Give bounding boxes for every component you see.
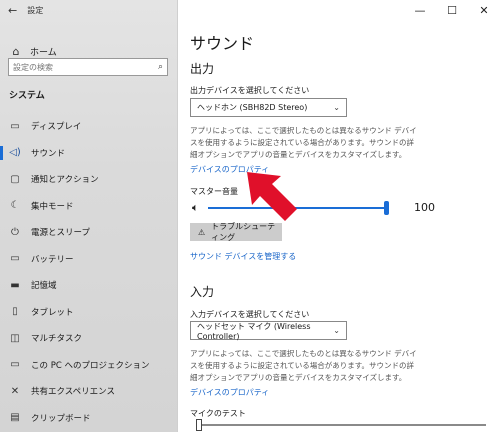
- sidebar: ← 設定 ⌂ ホーム ⌕ システム ▭ ディスプレイ ◁) サウンド ▢ 通知と…: [0, 0, 178, 432]
- warning-icon: ⚠: [198, 227, 206, 237]
- chevron-down-icon: ⌄: [333, 103, 340, 112]
- app-title: 設定: [27, 5, 44, 15]
- volume-value: 100: [414, 201, 435, 214]
- sidebar-item-power[interactable]: ⏻ 電源とスリープ: [0, 219, 178, 246]
- sidebar-nav: ▭ ディスプレイ ◁) サウンド ▢ 通知とアクション ☾ 集中モード ⏻ 電源…: [0, 113, 178, 431]
- sidebar-item-focus[interactable]: ☾ 集中モード: [0, 193, 178, 220]
- tablet-icon: ▯: [12, 306, 18, 318]
- battery-icon: ▭: [10, 253, 20, 265]
- mic-level-indicator: [196, 419, 202, 431]
- output-description: アプリによっては、ここで選択したものとは異なるサウンド デバイスを使用するように…: [190, 126, 417, 159]
- speaker-icon[interactable]: 🔈︎: [192, 201, 199, 215]
- input-heading: 入力: [190, 285, 215, 299]
- master-volume-label: マスター音量: [190, 187, 238, 196]
- sidebar-item-shared[interactable]: ✕ 共有エクスペリエンス: [0, 378, 178, 405]
- sidebar-item-label: 集中モード: [31, 201, 74, 212]
- input-select-label: 入力デバイスを選択してください: [190, 310, 310, 319]
- annotation-arrow-icon: [247, 172, 297, 221]
- master-volume-slider[interactable]: 🔈︎ 100: [190, 200, 490, 216]
- section-heading: システム: [9, 91, 45, 101]
- sidebar-item-multitask[interactable]: ◫ マルチタスク: [0, 325, 178, 352]
- display-icon: ▭: [10, 120, 20, 132]
- multitask-icon: ◫: [10, 332, 20, 344]
- sidebar-item-storage[interactable]: ▬ 記憶域: [0, 272, 178, 299]
- sidebar-item-label: マルチタスク: [31, 334, 83, 345]
- sidebar-item-projection[interactable]: ▭ この PC へのプロジェクション: [0, 352, 178, 379]
- back-arrow-icon[interactable]: ←: [8, 4, 17, 17]
- volume-thumb[interactable]: [384, 201, 389, 215]
- sidebar-item-label: この PC へのプロジェクション: [31, 360, 150, 371]
- clipboard-icon: ▤: [10, 412, 20, 424]
- sidebar-item-label: バッテリー: [31, 254, 74, 265]
- maximize-icon[interactable]: ☐: [436, 0, 468, 20]
- mic-test-label: マイクのテスト: [190, 409, 246, 418]
- sidebar-item-label: ディスプレイ: [31, 122, 82, 133]
- search-icon[interactable]: ⌕: [158, 62, 163, 72]
- window-controls: — ☐ ✕: [404, 0, 500, 20]
- sidebar-item-label: サウンド: [31, 148, 66, 159]
- sidebar-item-notifications[interactable]: ▢ 通知とアクション: [0, 166, 178, 193]
- power-icon: ⏻: [11, 226, 19, 238]
- manage-devices-link[interactable]: サウンド デバイスを管理する: [190, 251, 296, 262]
- shared-icon: ✕: [10, 385, 20, 397]
- chevron-down-icon: ⌄: [333, 326, 340, 335]
- minimize-icon[interactable]: —: [404, 0, 436, 20]
- page-title: サウンド: [190, 34, 255, 53]
- output-heading: 出力: [190, 62, 215, 76]
- home-icon: ⌂: [12, 44, 20, 58]
- input-description: アプリによっては、ここで選択したものとは異なるサウンド デバイスを使用するように…: [190, 349, 417, 382]
- sidebar-item-display[interactable]: ▭ ディスプレイ: [0, 113, 178, 140]
- sidebar-item-label: 共有エクスペリエンス: [31, 387, 115, 398]
- sidebar-item-battery[interactable]: ▭ バッテリー: [0, 246, 178, 273]
- sidebar-item-tablet[interactable]: ▯ タブレット: [0, 299, 178, 326]
- notification-icon: ▢: [10, 173, 20, 185]
- output-device-value: ヘッドホン (SBH82D Stereo): [197, 103, 308, 112]
- storage-icon: ▬: [10, 279, 20, 291]
- close-icon[interactable]: ✕: [468, 0, 500, 20]
- sidebar-item-label: 電源とスリープ: [31, 228, 90, 239]
- search-box[interactable]: ⌕: [8, 58, 168, 76]
- title-bar: ← 設定: [0, 0, 177, 20]
- sidebar-item-label: 通知とアクション: [31, 175, 99, 186]
- input-device-properties-link[interactable]: デバイスのプロパティ: [190, 387, 269, 398]
- sidebar-item-sound[interactable]: ◁) サウンド: [0, 140, 178, 167]
- output-device-dropdown[interactable]: ヘッドホン (SBH82D Stereo) ⌄: [190, 98, 347, 117]
- troubleshoot-button[interactable]: ⚠ トラブルシューティング: [190, 222, 282, 242]
- sidebar-item-label: クリップボード: [31, 413, 91, 424]
- projection-icon: ▭: [10, 359, 20, 371]
- input-device-dropdown[interactable]: ヘッドセット マイク (Wireless Controller) ⌄: [190, 321, 347, 341]
- focus-moon-icon: ☾: [10, 200, 20, 212]
- output-select-label: 出力デバイスを選択してください: [190, 86, 310, 95]
- sidebar-item-clipboard[interactable]: ▤ クリップボード: [0, 405, 178, 432]
- home-label: ホーム: [30, 47, 57, 58]
- mic-level-track: [200, 424, 486, 426]
- input-device-value: ヘッドセット マイク (Wireless Controller): [197, 321, 311, 341]
- sidebar-item-label: タブレット: [31, 307, 74, 318]
- search-input[interactable]: [13, 62, 158, 72]
- sidebar-item-label: 記憶域: [31, 281, 57, 292]
- sound-icon: ◁): [9, 147, 21, 159]
